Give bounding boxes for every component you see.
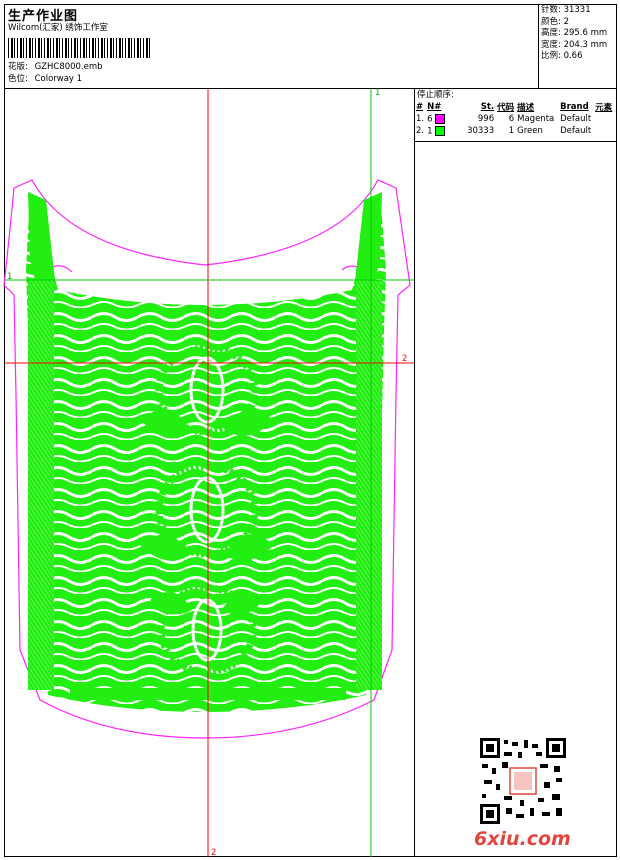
embroidery-body xyxy=(26,192,386,712)
design-canvas[interactable] xyxy=(0,0,620,860)
watermark-logo: 6xiu.com xyxy=(474,828,571,850)
left-border xyxy=(28,280,54,690)
right-border xyxy=(356,280,382,690)
guide-label-red-right: 2 xyxy=(402,354,408,364)
qr-code xyxy=(480,738,566,824)
guide-label-red-bottom: 2 xyxy=(211,848,217,858)
guide-label-green-left: 1 xyxy=(7,272,13,282)
guide-label-green-top: 1 xyxy=(375,88,381,98)
